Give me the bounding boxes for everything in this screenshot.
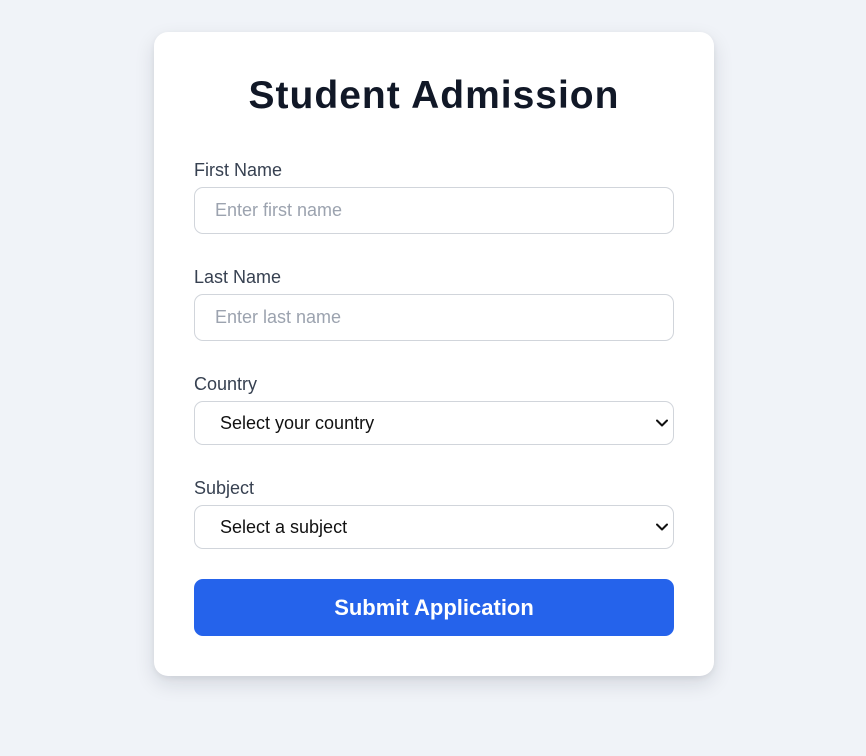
last-name-label: Last Name <box>194 267 282 287</box>
country-label: Country <box>194 374 258 394</box>
subject-select[interactable]: Select a subject <box>194 505 674 549</box>
first-name-input[interactable] <box>194 187 674 234</box>
submit-application-button[interactable]: Submit Application <box>194 579 674 636</box>
first-name-label: First Name <box>194 160 283 180</box>
chevron-down-icon <box>655 416 669 430</box>
subject-select-value: Select a subject <box>220 516 348 537</box>
subject-label: Subject <box>194 478 255 498</box>
country-select[interactable]: Select your country <box>194 401 674 445</box>
form-title: Student Admission <box>248 74 620 117</box>
chevron-down-icon <box>655 520 669 534</box>
last-name-input[interactable] <box>194 294 674 341</box>
country-select-value: Select your country <box>220 412 375 433</box>
admission-form-card: Student Admission First Name Last Name C… <box>154 32 714 676</box>
